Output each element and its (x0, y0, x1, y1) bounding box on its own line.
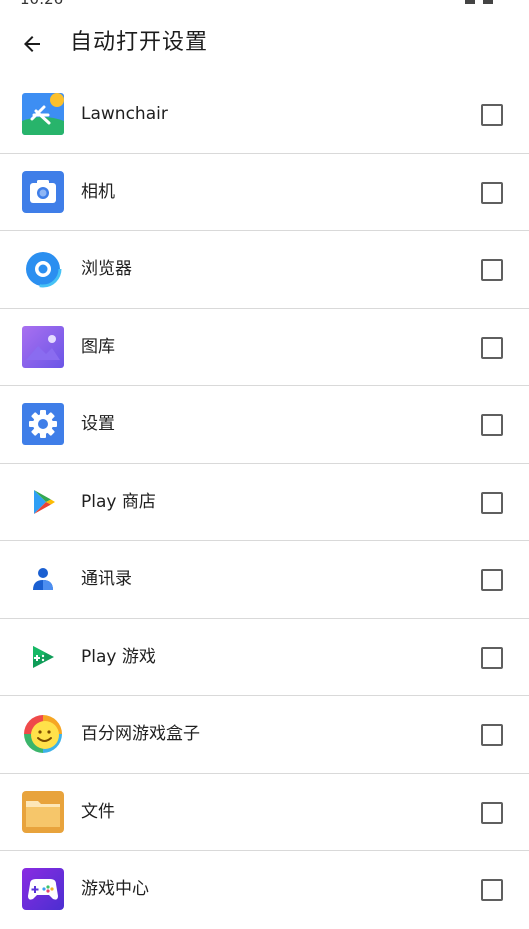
status-icons (465, 0, 493, 4)
app-checkbox[interactable] (481, 104, 503, 126)
app-name: 浏览器 (81, 259, 132, 279)
app-row-baifen-game-box[interactable]: 百分网游戏盒子 (0, 696, 529, 774)
app-checkbox[interactable] (481, 569, 503, 591)
play-store-icon (34, 489, 55, 514)
app-checkbox[interactable] (481, 879, 503, 901)
app-row-play-store[interactable]: Play 商店 (0, 464, 529, 541)
app-name: Lawnchair (81, 104, 168, 124)
app-name: 游戏中心 (81, 879, 149, 899)
app-checkbox[interactable] (481, 414, 503, 436)
files-icon (22, 790, 64, 833)
lawnchair-icon (22, 93, 64, 135)
app-checkbox[interactable] (481, 336, 503, 359)
app-row-contacts[interactable]: 通讯录 (0, 541, 529, 619)
app-row-gallery[interactable]: 图库 (0, 309, 529, 386)
app-checkbox[interactable] (481, 646, 503, 669)
back-arrow-icon (24, 36, 40, 52)
app-name: 设置 (81, 414, 115, 434)
app-name: 文件 (81, 801, 115, 822)
baifen-game-box-icon (24, 715, 62, 753)
app-list: Lawnchair 相机 浏览器 图库 设置 Play 商店 通讯录 Play … (0, 76, 529, 929)
contacts-icon (33, 568, 53, 590)
play-games-icon (33, 645, 54, 668)
status-time: 10:26 (20, 0, 63, 8)
app-checkbox[interactable] (481, 724, 503, 746)
app-row-lawnchair[interactable]: Lawnchair (0, 76, 529, 154)
app-checkbox[interactable] (481, 259, 503, 281)
app-name: Play 商店 (81, 491, 156, 512)
app-checkbox[interactable] (481, 181, 503, 204)
camera-icon (22, 170, 64, 213)
app-row-settings[interactable]: 设置 (0, 386, 529, 464)
app-row-camera[interactable]: 相机 (0, 154, 529, 231)
status-bar: 10:26 (0, 0, 529, 8)
app-name: Play 游戏 (81, 646, 156, 667)
app-row-play-games[interactable]: Play 游戏 (0, 619, 529, 696)
app-row-browser[interactable]: 浏览器 (0, 231, 529, 309)
app-checkbox[interactable] (481, 801, 503, 824)
app-name: 图库 (81, 336, 115, 357)
back-button[interactable] (12, 24, 52, 64)
app-bar: 自动打开设置 (0, 18, 529, 70)
app-name: 通讯录 (81, 569, 132, 589)
app-name: 百分网游戏盒子 (81, 724, 200, 744)
browser-icon (24, 250, 62, 288)
page-title: 自动打开设置 (70, 30, 209, 55)
app-checkbox[interactable] (481, 491, 503, 514)
app-row-game-center[interactable]: 游戏中心 (0, 851, 529, 929)
game-center-icon (22, 868, 64, 910)
app-name: 相机 (81, 181, 115, 202)
app-row-files[interactable]: 文件 (0, 774, 529, 851)
gallery-icon (22, 325, 64, 368)
settings-icon (22, 403, 64, 445)
